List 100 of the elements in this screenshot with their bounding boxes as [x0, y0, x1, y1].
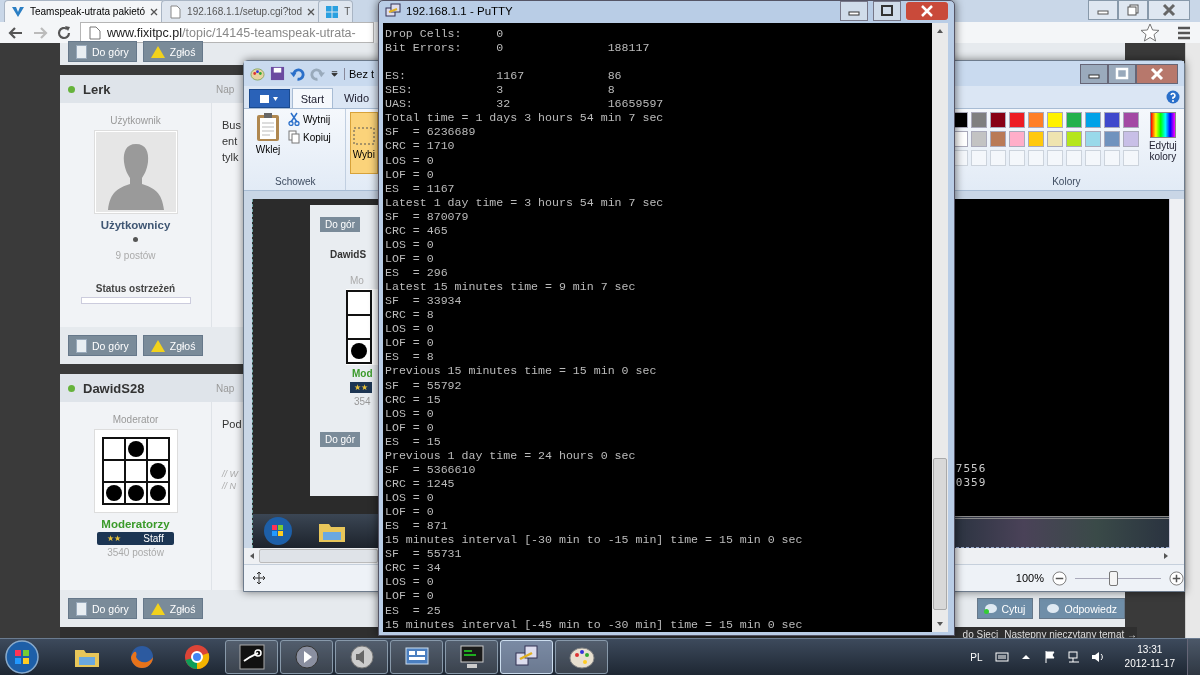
language-indicator[interactable]: PL	[970, 651, 983, 663]
color-swatch[interactable]	[1122, 131, 1139, 147]
color-swatch[interactable]	[1008, 131, 1025, 147]
empty-swatch[interactable]	[1046, 150, 1063, 166]
color-swatch[interactable]	[1122, 112, 1139, 128]
scroll-down-icon[interactable]	[936, 619, 944, 628]
edit-colors-button[interactable]: Edytuj kolory	[1144, 112, 1181, 176]
empty-swatch[interactable]	[1008, 150, 1025, 166]
user-group: Mod	[352, 368, 373, 379]
scrollbar-thumb[interactable]	[933, 457, 947, 610]
menu-icon[interactable]	[1176, 24, 1192, 41]
signature-text: // N	[222, 480, 237, 492]
scrollbar-thumb[interactable]	[259, 549, 378, 563]
report-button[interactable]: Zgłoś	[142, 598, 204, 619]
next-topic-link[interactable]: Nastepny nieczytany temat →	[1004, 629, 1137, 640]
color-swatch[interactable]	[970, 131, 987, 147]
reload-icon[interactable]	[56, 24, 72, 41]
keyboard-icon[interactable]	[994, 650, 1009, 664]
color-swatch[interactable]	[1084, 112, 1101, 128]
empty-swatch[interactable]	[1103, 150, 1120, 166]
paste-button[interactable]: Wklej	[250, 112, 286, 176]
dropdown-icon[interactable]	[330, 69, 339, 78]
maximize-icon[interactable]	[873, 1, 901, 21]
forum-link[interactable]: do Sieci	[962, 629, 999, 640]
close-icon[interactable]	[150, 7, 159, 16]
maximize-icon[interactable]	[1108, 63, 1136, 84]
user-role: Moderator	[112, 414, 159, 425]
scrollbar[interactable]	[1185, 43, 1200, 640]
color-swatch[interactable]	[1103, 112, 1120, 128]
taskbar-button[interactable]	[445, 640, 498, 674]
color-swatch[interactable]	[1065, 131, 1082, 147]
color-swatch[interactable]	[970, 112, 987, 128]
undo-icon[interactable]	[290, 66, 305, 81]
color-swatch[interactable]	[1008, 112, 1025, 128]
author-name: DawidS	[330, 249, 367, 260]
clock-time[interactable]: 13:31	[1137, 643, 1163, 657]
back-to-top-button[interactable]: Do góry	[68, 598, 137, 619]
zoom-slider[interactable]	[1075, 570, 1161, 586]
back-to-top-button[interactable]: Do góry	[68, 335, 137, 356]
color-swatch[interactable]	[989, 131, 1006, 147]
ribbon-tab[interactable]: Start	[291, 88, 333, 108]
app-menu-button[interactable]	[249, 89, 290, 108]
taskbar-button[interactable]	[555, 640, 608, 674]
zoom-in-icon[interactable]	[1169, 570, 1184, 586]
minimize-icon[interactable]	[840, 1, 868, 21]
zoom-out-icon[interactable]	[1052, 570, 1067, 586]
network-icon[interactable]	[1066, 650, 1081, 664]
save-icon[interactable]	[270, 66, 285, 81]
scroll-right-icon[interactable]	[1162, 552, 1170, 560]
color-swatch[interactable]	[1027, 112, 1044, 128]
palette-icon[interactable]	[250, 66, 265, 81]
ribbon-tab[interactable]: Wido	[334, 88, 378, 108]
empty-swatch[interactable]	[970, 150, 987, 166]
color-swatch[interactable]	[1084, 131, 1101, 147]
minimize-icon[interactable]	[1080, 63, 1108, 84]
color-swatch[interactable]	[1046, 112, 1063, 128]
close-icon[interactable]	[906, 2, 948, 20]
help-icon[interactable]	[1166, 90, 1180, 104]
taskbar-button[interactable]	[335, 640, 388, 674]
color-swatch[interactable]	[989, 112, 1006, 128]
address-field[interactable]: www.fixitpc.pl/topic/14145-teamspeak-utrata-	[80, 22, 374, 43]
cut-button[interactable]: Wytnij	[288, 112, 331, 126]
empty-swatch[interactable]	[1084, 150, 1101, 166]
select-button[interactable]: Wybi	[349, 112, 378, 174]
back-icon[interactable]	[8, 24, 24, 41]
flag-icon[interactable]	[1042, 650, 1057, 664]
terminal-line: 15 minutes interval [-45 min to -30 min] time = 15 min 0 sec	[385, 617, 804, 632]
copy-button[interactable]: Kopiuj	[288, 130, 331, 144]
scrollbar[interactable]	[932, 23, 948, 632]
empty-swatch[interactable]	[1065, 150, 1082, 166]
color-swatch[interactable]	[1046, 131, 1063, 147]
close-icon[interactable]	[307, 7, 316, 16]
empty-swatch[interactable]	[989, 150, 1006, 166]
report-button[interactable]: Zgłoś	[142, 335, 204, 356]
back-to-top-button[interactable]: Do góry	[68, 41, 137, 62]
post-count: 3540 postów	[107, 547, 164, 558]
empty-swatch[interactable]	[1122, 150, 1139, 166]
color-swatch[interactable]	[1027, 131, 1044, 147]
close-icon[interactable]	[1136, 63, 1178, 84]
scroll-up-icon[interactable]	[936, 27, 944, 35]
terminal-line: LOF = 0	[385, 336, 435, 351]
report-button[interactable]: Zgłoś	[142, 41, 204, 62]
terminal-line: CRC = 1245	[385, 476, 456, 491]
scrollbar[interactable]	[1169, 199, 1184, 548]
author-name[interactable]: DawidS28	[83, 380, 216, 396]
taskbar-button[interactable]	[225, 640, 278, 674]
author-name[interactable]: Lerk	[83, 81, 216, 97]
start-button[interactable]	[4, 639, 40, 675]
clock-date[interactable]: 2012-11-17	[1124, 657, 1175, 671]
scroll-left-icon[interactable]	[248, 552, 256, 560]
color-swatch[interactable]	[1103, 131, 1120, 147]
close-icon[interactable]	[1148, 0, 1190, 20]
empty-swatch[interactable]	[1027, 150, 1044, 166]
color-swatch[interactable]	[1065, 112, 1082, 128]
restore-icon[interactable]	[1118, 0, 1148, 20]
bookmark-star-icon[interactable]	[1140, 22, 1160, 43]
taskbar-button[interactable]	[280, 640, 333, 674]
taskbar-button[interactable]	[390, 640, 443, 674]
browser-tab[interactable]: T	[318, 0, 354, 22]
speaker-icon[interactable]	[1090, 650, 1105, 664]
